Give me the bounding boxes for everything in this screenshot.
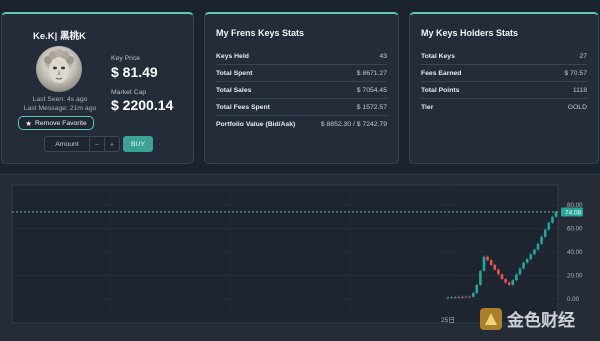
candle [471,293,475,297]
amount-input[interactable]: Amount [45,137,89,151]
increment-button[interactable]: + [104,137,119,151]
y-axis-tick-label: 60.00 [567,226,583,233]
y-axis-ticks: 80.0060.0040.0020.000.00 [567,202,583,303]
market-cap-value: $ 2200.14 [111,97,174,113]
buy-button[interactable]: BUY [123,136,153,152]
remove-favorite-button[interactable]: ★ Remove Favorite [18,116,94,130]
candle [453,297,457,299]
remove-favorite-label: Remove Favorite [34,119,87,127]
stat-value: $ 1572.57 [356,103,387,111]
price-chart[interactable]: 80.0060.0040.0020.000.00 74.08 25日 金色财经 [0,175,600,341]
candle [551,216,554,223]
stat-value: 43 [379,52,387,60]
decrement-button[interactable]: − [89,137,104,151]
candle [479,270,482,285]
star-icon: ★ [25,118,32,128]
stat-key: Total Keys [421,52,455,60]
candle [511,280,515,285]
stat-row: Total Points 1118 [421,82,587,99]
candle [489,260,493,265]
candle [475,284,479,294]
candle [457,296,461,298]
stat-row: Portfolio Value (Bid/Ask) $ 8852.30 / $ … [216,116,387,133]
market-cap-label: Market Cap [111,89,147,96]
key-price-label: Key Price [111,55,141,62]
stat-value: GOLD [567,104,587,111]
stat-value: $ 7054.45 [356,86,387,94]
stat-key: Keys Held [216,52,249,60]
candle [543,229,547,237]
x-axis-tick: 25日 [441,316,455,324]
stat-row: Total Keys 27 [421,48,587,65]
candle [446,297,450,299]
keys-holders-stats-card: My Keys Holders Stats Total Keys 27 Fees… [409,12,599,164]
frens-keys-stats-card: My Frens Keys Stats Keys Held 43 Total S… [204,12,399,164]
candle [547,222,551,230]
watermark-text: 金色财经 [506,310,575,331]
candle [522,262,525,269]
candle [540,236,543,244]
last-message: Last Message: 21m ago [23,105,97,112]
stat-row: Total Fees Spent $ 1572.57 [216,99,387,116]
candle [497,269,500,275]
y-axis-tick-label: 0.00 [567,296,580,303]
candle [533,249,536,255]
stat-key: Total Spent [216,69,253,77]
candle [518,268,522,275]
statue-avatar-icon [44,49,74,83]
candle [464,296,468,298]
stat-value: 1118 [572,86,587,94]
candle [507,282,511,285]
avatar [36,46,82,92]
stat-key: Tier [421,104,434,111]
candle [529,254,533,260]
frens-stats-title: My Frens Keys Stats [216,28,305,38]
stat-value: $ 8852.30 / $ 7242.79 [320,121,387,128]
stat-key: Total Fees Spent [216,103,270,111]
stat-row: Total Spent $ 8671.27 [216,65,387,82]
candle [450,297,453,299]
last-seen: Last Seen: 4s ago [32,96,88,103]
candle [493,264,497,270]
holders-stats-title: My Keys Holders Stats [421,28,519,38]
stat-row: Tier GOLD [421,99,587,116]
stat-row: Total Sales $ 7054.45 [216,82,387,99]
candle [515,274,518,281]
candle [468,296,471,298]
stat-key: Total Sales [216,86,252,94]
stat-key: Fees Earned [421,69,462,77]
candle [482,256,486,271]
stat-value: $ 70.57 [564,69,587,77]
candle [500,274,504,280]
y-axis-tick-label: 40.00 [567,249,583,256]
key-price-value: $ 81.49 [111,64,158,80]
username: Ke.K| 黑桃K [33,31,86,42]
stat-row: Fees Earned $ 70.57 [421,65,587,82]
plot-area [11,184,559,324]
stat-value: $ 8671.27 [356,69,387,77]
candle [486,256,489,261]
stat-value: 27 [579,52,587,60]
stat-key: Portfolio Value (Bid/Ask) [216,121,296,128]
candle [536,243,540,250]
profile-card: Ke.K| 黑桃K Last Seen: 4s ago Last Message… [1,12,194,164]
candle [525,259,529,263]
candle [504,279,507,283]
candle [461,296,464,298]
current-price-label: 74.08 [565,209,582,216]
price-chart-panel[interactable]: 80.00 60.00 40.00 20.00 0.00 74.08 25日 金色财经 [0,174,600,341]
y-axis-tick-label: 20.00 [567,273,583,280]
jinse-logo-icon [480,308,502,330]
candle [554,211,558,217]
amount-stepper: Amount − + [44,136,120,152]
stat-key: Total Points [421,86,460,94]
stat-row: Keys Held 43 [216,48,387,65]
